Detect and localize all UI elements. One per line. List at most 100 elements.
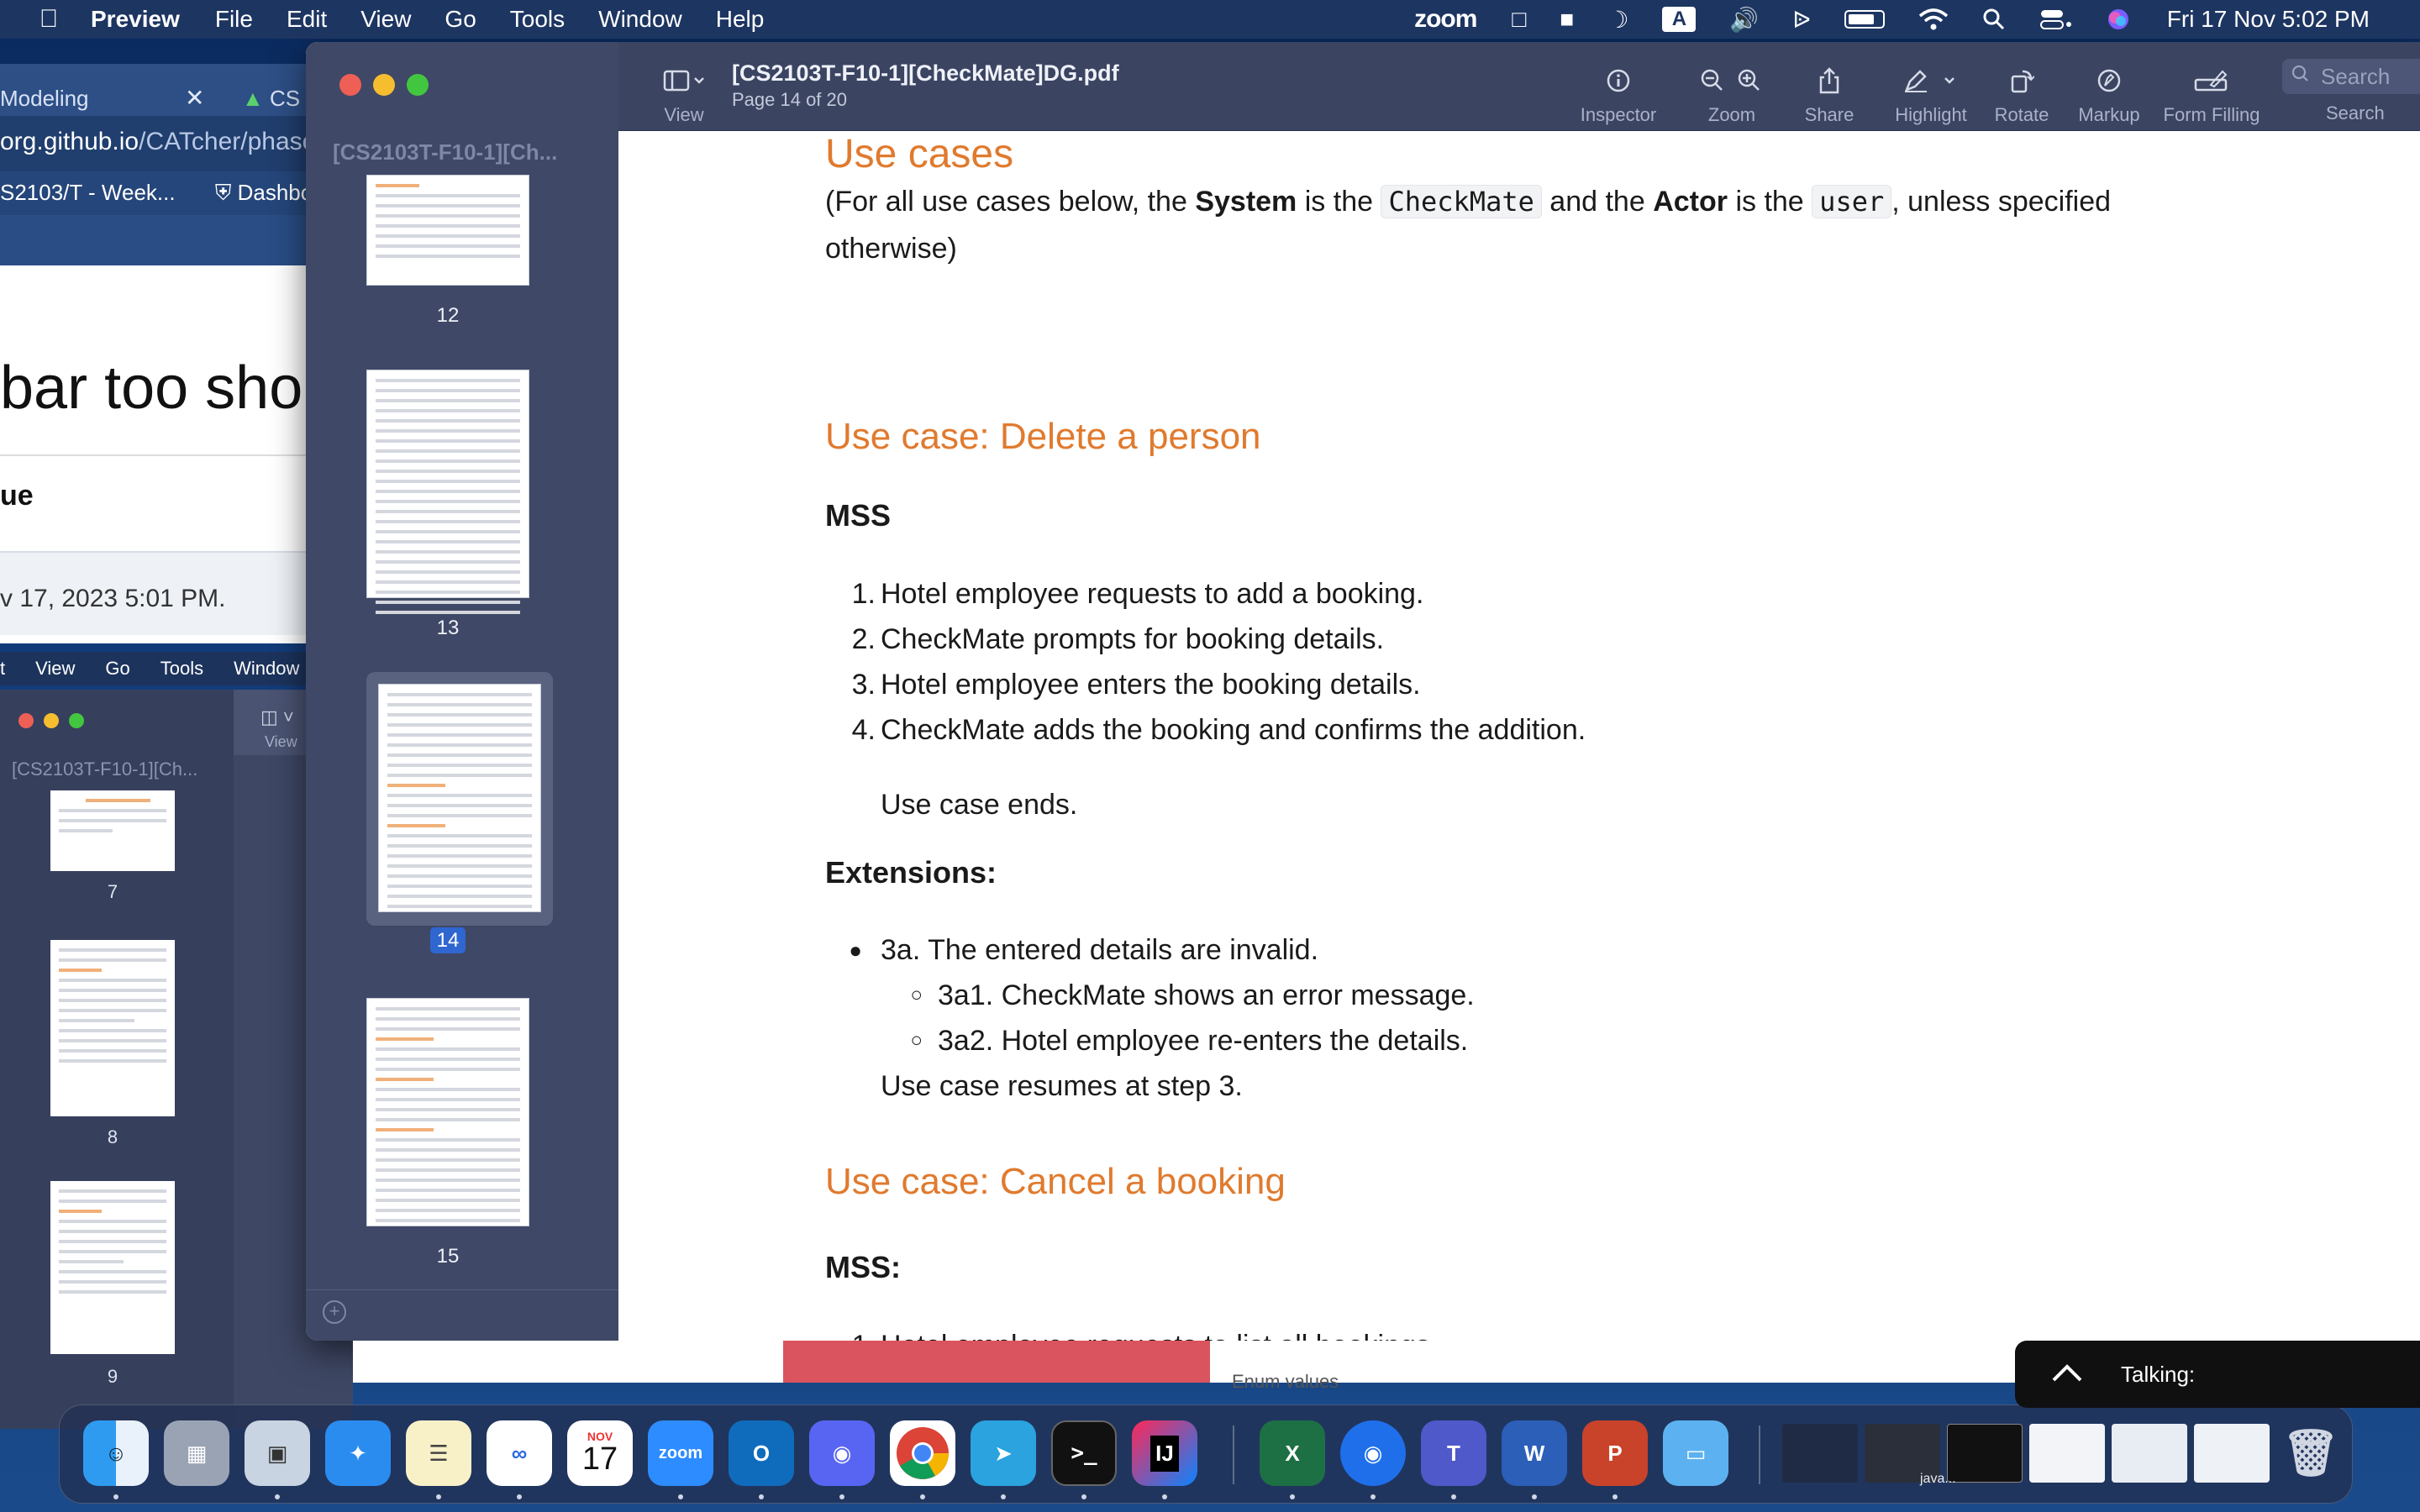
discord-icon[interactable]: ◉ [809, 1420, 875, 1486]
form-filling-button[interactable]: Form Filling [2153, 42, 2270, 131]
trash-icon[interactable]: 🗑 [2278, 1420, 2344, 1486]
close-window-button[interactable] [18, 713, 34, 728]
outlook-status-icon[interactable]: □ [1512, 0, 1526, 39]
powerpoint-icon[interactable]: P [1582, 1420, 1648, 1486]
launchpad-icon[interactable]: ▦ [164, 1420, 229, 1486]
minimized-window-thumbnail[interactable] [2029, 1424, 2105, 1483]
menu-go[interactable]: Go [445, 6, 476, 33]
running-indicator [1162, 1494, 1167, 1499]
intellij-icon[interactable]: IJ [1132, 1420, 1197, 1486]
menu-tools[interactable]: Tools [160, 658, 203, 680]
inspector-button[interactable]: Inspector [1568, 42, 1669, 131]
spotlight-search-icon[interactable] [1982, 0, 2006, 39]
control-center-icon[interactable] [2039, 0, 2073, 39]
siri-icon[interactable] [2107, 0, 2130, 39]
menu-tools[interactable]: Tools [510, 6, 565, 33]
menu-edit[interactable]: Edit [287, 6, 327, 33]
menu-file[interactable]: File [215, 6, 253, 33]
excel-icon[interactable]: X [1260, 1420, 1325, 1486]
menu-item[interactable]: t [0, 658, 5, 680]
menu-window[interactable]: Window [234, 658, 299, 680]
minimize-window-button[interactable] [373, 74, 395, 96]
running-indicator [1532, 1494, 1537, 1499]
menu-help[interactable]: Help [716, 6, 765, 33]
chevron-up-icon[interactable] [2050, 1358, 2084, 1391]
page-thumbnail-13[interactable] [366, 370, 529, 614]
rotate-icon [2009, 62, 2034, 99]
highlight-button[interactable]: Highlight [1881, 42, 1981, 131]
terminal-icon[interactable]: >_ [1051, 1420, 1117, 1486]
page-thumbnail-9[interactable] [50, 1181, 175, 1354]
notes-icon[interactable]: ☰ [406, 1420, 471, 1486]
page-thumbnail-15[interactable] [366, 998, 529, 1226]
close-window-button[interactable] [339, 74, 361, 96]
page-thumbnail-12[interactable] [366, 175, 529, 286]
wifi-icon[interactable] [1918, 0, 1949, 39]
bluetooth-icon[interactable]: ᐉ [1792, 0, 1811, 39]
rotate-button[interactable]: Rotate [1980, 42, 2064, 131]
safari-icon[interactable]: ✦ [325, 1420, 391, 1486]
document-view[interactable]: Use cases (For all use cases below, the … [618, 131, 2420, 1341]
page-thumbnail-7[interactable] [50, 790, 175, 871]
search-input[interactable]: Search [2282, 59, 2420, 94]
page-thumbnail-8[interactable] [50, 940, 175, 1116]
heading-mss: MSS [825, 498, 892, 533]
zoom-window-button[interactable] [407, 74, 429, 96]
minimized-window-thumbnail[interactable] [2194, 1424, 2270, 1483]
running-indicator [1612, 1494, 1618, 1499]
bookmark-dashboard[interactable]: ⛨ Dashbo [215, 180, 313, 205]
graduation-cap-icon: ▲ [242, 86, 264, 111]
minimized-window-thumbnail[interactable] [2112, 1424, 2187, 1483]
telegram-icon[interactable]: ➤ [971, 1420, 1036, 1486]
chrome-icon[interactable] [890, 1420, 955, 1486]
zoom-button[interactable]: Zoom [1686, 42, 1778, 131]
bookmark-week[interactable]: S2103/T - Week... [0, 180, 176, 205]
browser-url-bar[interactable]: org.github.io/CATcher/phase [0, 116, 353, 171]
menu-app-name[interactable]: Preview [91, 6, 180, 33]
minimize-window-button[interactable] [44, 713, 59, 728]
word-icon[interactable]: W [1502, 1420, 1567, 1486]
zoom-status-icon[interactable]: zoom [1414, 0, 1477, 39]
page-thumbnail-14[interactable] [378, 684, 541, 912]
moon-icon[interactable]: ☽ [1607, 0, 1628, 39]
search-label: Search [2326, 102, 2385, 123]
minimized-java-window[interactable] [1947, 1424, 2023, 1483]
markup-button[interactable]: Markup [2069, 42, 2149, 131]
zoom-app-icon[interactable]: zoom [648, 1420, 713, 1486]
battery-icon[interactable] [1844, 0, 1885, 39]
markup-pen-icon [2096, 62, 2122, 99]
outlook-icon[interactable]: O [729, 1420, 794, 1486]
zoom-talking-indicator[interactable]: Talking: [2015, 1341, 2420, 1408]
menu-window[interactable]: Window [598, 6, 682, 33]
preview-icon[interactable]: ▣ [245, 1420, 310, 1486]
view-button[interactable]: View [650, 42, 718, 131]
extensions-list: ● 3a. The entered details are invalid. ○ 3… [825, 927, 2270, 1109]
add-page-icon[interactable]: + [323, 1300, 346, 1324]
share-button[interactable]: Share [1791, 42, 1867, 131]
running-indicator [275, 1494, 280, 1499]
zoom-in-out-icon [1700, 62, 1764, 99]
close-tab-icon[interactable]: ✕ [185, 84, 204, 112]
menu-view[interactable]: View [35, 658, 75, 680]
page-number-8: 8 [107, 1126, 118, 1147]
background-preview-menubar: t View Go Tools Window I [0, 652, 353, 685]
finder-icon[interactable]: ☺ [83, 1420, 149, 1486]
clock[interactable]: Fri 17 Nov 5:02 PM [2167, 6, 2370, 33]
zoom-window-button[interactable] [69, 713, 84, 728]
menu-view[interactable]: View [360, 6, 411, 33]
browser-tab-modeling[interactable]: Modeling ✕ [0, 69, 218, 116]
calendar-icon[interactable]: NOV 17 [567, 1420, 633, 1486]
teams-status-icon[interactable]: ■ [1560, 0, 1574, 39]
sidebar-toggle-icon[interactable]: ◫ ˅ [260, 706, 294, 728]
running-indicator [839, 1494, 844, 1499]
volume-icon[interactable]: 🔊 [1729, 0, 1759, 39]
apple-menu-icon[interactable]:  [32, 5, 66, 34]
input-source-icon[interactable]: A [1662, 0, 1697, 39]
freeform-icon[interactable]: ∞ [487, 1420, 552, 1486]
minimized-window-thumbnail[interactable] [1782, 1424, 1858, 1483]
folder-icon[interactable]: ▭ [1663, 1420, 1728, 1486]
maps-pin-icon[interactable]: ◉ [1340, 1420, 1406, 1486]
list-item: 3. Hotel employee enters the booking deta… [851, 669, 1421, 701]
menu-go[interactable]: Go [105, 658, 129, 680]
teams-icon[interactable]: T [1421, 1420, 1486, 1486]
